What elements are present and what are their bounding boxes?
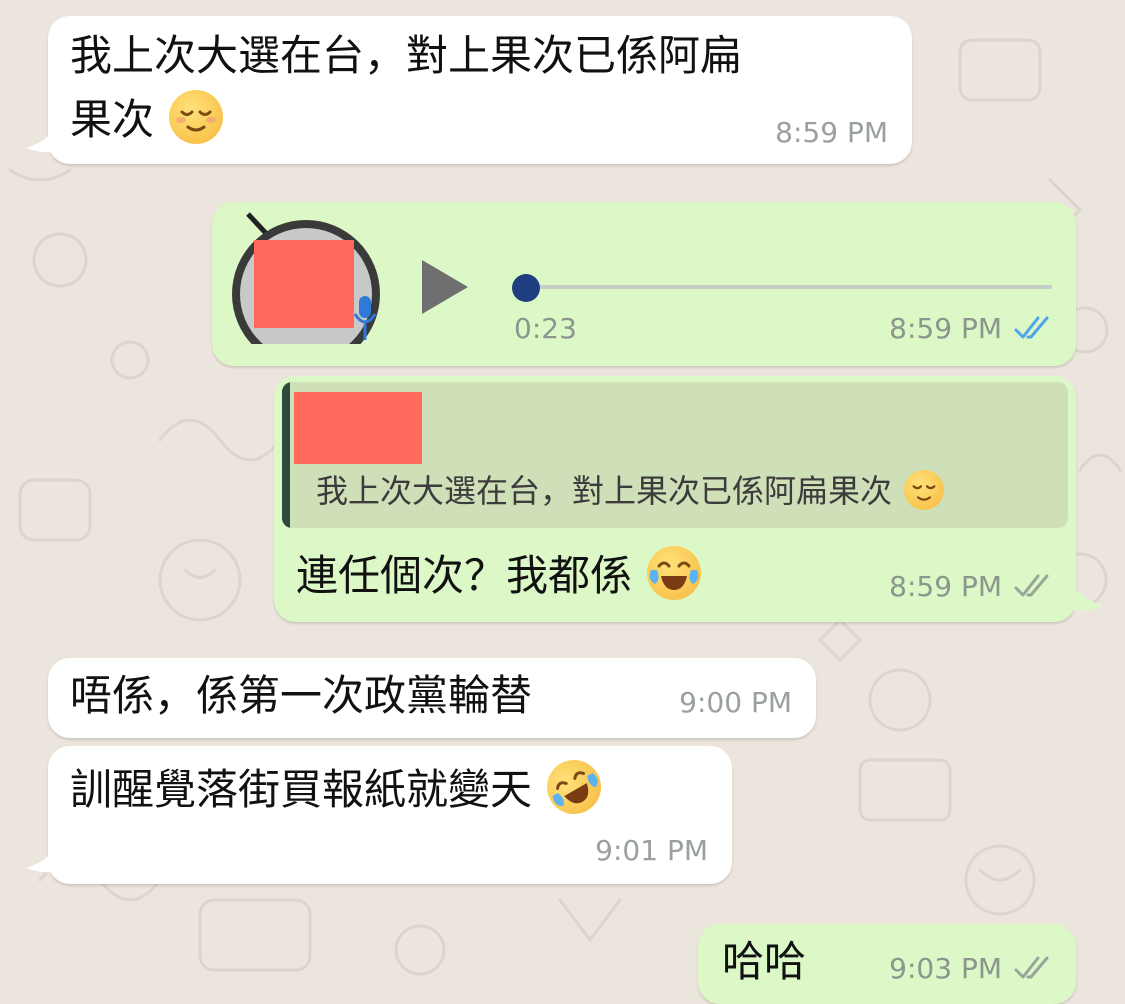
bubble-tail — [1068, 592, 1104, 611]
reply-message-outgoing[interactable]: 我上次大選在台，對上果次已係阿扁果次 連任個次？我都係 8:59 PM — [274, 376, 1076, 622]
message-text: 哈哈 — [722, 937, 807, 986]
relieved-face-emoji — [904, 470, 945, 510]
voice-progress-track[interactable] — [512, 285, 1052, 289]
message-text-line-1: 我上次大選在台，對上果次已係阿扁 — [70, 31, 743, 80]
message-text-line-2: 果次 — [70, 90, 224, 146]
microphone-icon — [353, 296, 377, 340]
message-text-line-2-text: 果次 — [70, 95, 155, 144]
message-incoming[interactable]: 我上次大選在台，對上果次已係阿扁 果次 8:59 PM — [48, 16, 912, 164]
quote-text-content: 我上次大選在台，對上果次已係阿扁果次 — [316, 472, 893, 510]
delivered-ticks-icon — [1014, 956, 1049, 979]
message-time: 8:59 PM — [889, 312, 1002, 345]
play-icon[interactable] — [418, 258, 470, 316]
message-text: 訓醒覺落街買報紙就變天 — [70, 750, 612, 824]
message-incoming[interactable]: 唔係，係第一次政黨輪替 9:00 PM — [48, 658, 816, 738]
voice-duration: 0:23 — [514, 312, 577, 345]
avatar-redaction — [254, 240, 354, 328]
message-time: 8:59 PM — [889, 570, 1002, 603]
message-time: 8:59 PM — [775, 116, 888, 149]
bubble-tail — [26, 134, 62, 153]
quoted-message[interactable]: 我上次大選在台，對上果次已係阿扁果次 — [282, 382, 1068, 528]
message-time: 9:01 PM — [595, 834, 708, 867]
relieved-face-emoji — [169, 90, 224, 144]
voice-message-outgoing[interactable]: 0:23 8:59 PM — [212, 202, 1076, 366]
message-text: 連任個次？我都係 — [296, 546, 702, 602]
delivered-ticks-icon — [1014, 574, 1049, 597]
message-text: 唔係，係第一次政黨輪替 — [70, 671, 533, 720]
quote-text: 我上次大選在台，對上果次已係阿扁果次 — [316, 470, 945, 511]
read-ticks-icon — [1014, 316, 1049, 339]
quote-bar — [282, 382, 290, 528]
message-time: 9:00 PM — [679, 686, 792, 719]
voice-progress-dot[interactable] — [512, 274, 540, 302]
message-incoming[interactable]: 訓醒覺落街買報紙就變天 9:01 PM — [48, 746, 732, 884]
message-text-content: 連任個次？我都係 — [296, 551, 633, 600]
quote-author-redaction — [294, 392, 422, 464]
message-text-content: 訓醒覺落街買報紙就變天 — [70, 765, 533, 814]
tears-of-joy-emoji — [647, 546, 702, 600]
bubble-tail — [26, 854, 62, 873]
message-outgoing[interactable]: 哈哈 9:03 PM — [698, 924, 1076, 1004]
rolling-laughing-emoji — [537, 750, 612, 824]
message-time: 9:03 PM — [889, 952, 1002, 985]
